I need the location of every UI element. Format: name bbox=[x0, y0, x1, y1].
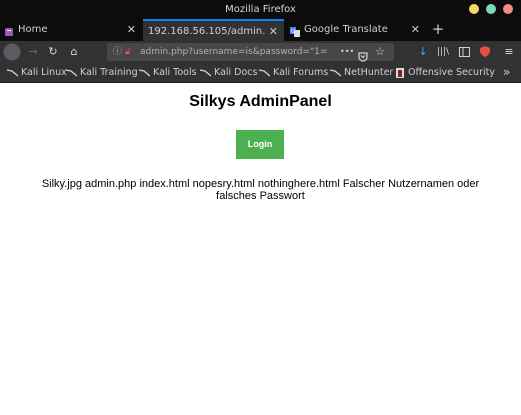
back-button[interactable] bbox=[3, 43, 21, 61]
page-title: Silkys AdminPanel bbox=[189, 93, 332, 110]
window-titlebar: Mozilla Firefox bbox=[0, 0, 521, 19]
download-icon[interactable]: ↓ bbox=[416, 43, 430, 61]
page-icon bbox=[4, 24, 14, 36]
tab-google-translate[interactable]: G Google Translate ✕ bbox=[286, 19, 426, 41]
kali-dragon-icon bbox=[200, 69, 211, 77]
bookmark-kali-training[interactable]: Kali Training bbox=[66, 63, 138, 82]
library-icon[interactable]: |||\ bbox=[436, 43, 450, 61]
file-listing-text: Silky.jpg admin.php index.html nopesry.h… bbox=[41, 178, 480, 202]
minimize-button[interactable] bbox=[469, 4, 479, 14]
forward-button[interactable]: → bbox=[25, 43, 41, 61]
menu-button[interactable]: ≡ bbox=[502, 43, 516, 61]
tab-label: Home bbox=[18, 24, 48, 35]
maximize-button[interactable] bbox=[486, 4, 496, 14]
window-title: Mozilla Firefox bbox=[225, 4, 296, 15]
tab-admin[interactable]: 192.168.56.105/admin.php?u ✕ bbox=[143, 19, 284, 41]
nav-toolbar: → ↻ ⌂ ⓘ 🔓︎ admin.php?username=is&passwor… bbox=[0, 41, 521, 63]
tab-label: Google Translate bbox=[304, 24, 388, 35]
home-button[interactable]: ⌂ bbox=[66, 43, 82, 61]
bookmark-kali-tools[interactable]: Kali Tools bbox=[139, 63, 197, 82]
tab-home[interactable]: Home ✕ bbox=[0, 19, 142, 41]
bookmarks-overflow-icon[interactable]: » bbox=[503, 63, 510, 82]
tab-strip: Home ✕ 192.168.56.105/admin.php?u ✕ G Go… bbox=[0, 19, 521, 41]
close-tab-icon[interactable]: ✕ bbox=[127, 19, 136, 41]
kali-dragon-icon bbox=[330, 69, 341, 77]
bookmarks-toolbar: Kali Linux Kali Training Kali Tools Kali… bbox=[0, 63, 521, 83]
close-tab-icon[interactable]: ✕ bbox=[269, 21, 278, 43]
translate-icon: G bbox=[290, 24, 300, 37]
offsec-icon bbox=[396, 67, 404, 78]
reload-button[interactable]: ↻ bbox=[45, 43, 61, 61]
page-actions-icon[interactable]: ••• bbox=[340, 43, 354, 61]
kali-dragon-icon bbox=[139, 69, 150, 77]
close-tab-icon[interactable]: ✕ bbox=[411, 19, 420, 41]
url-bar[interactable]: ⓘ 🔓︎ admin.php?username=is&password="1= … bbox=[107, 43, 394, 62]
kali-dragon-icon bbox=[7, 69, 18, 77]
info-icon[interactable]: ⓘ bbox=[113, 43, 122, 61]
bookmark-nethunter[interactable]: NetHunter bbox=[330, 63, 393, 82]
bookmark-kali-forums[interactable]: Kali Forums bbox=[259, 63, 328, 82]
page-content: Silkys AdminPanel Login Silky.jpg admin.… bbox=[0, 83, 521, 415]
tab-label: 192.168.56.105/admin.php?u bbox=[148, 26, 266, 37]
bookmark-offensive-security[interactable]: Offensive Security bbox=[395, 63, 495, 82]
extension-shield-icon[interactable] bbox=[478, 43, 492, 61]
window-controls bbox=[469, 4, 513, 14]
new-tab-button[interactable]: + bbox=[430, 19, 446, 41]
bookmark-kali-docs[interactable]: Kali Docs bbox=[200, 63, 257, 82]
url-text[interactable]: admin.php?username=is&password="1= bbox=[140, 43, 335, 61]
insecure-lock-icon[interactable]: 🔓︎ bbox=[125, 43, 131, 61]
svg-text:G: G bbox=[291, 29, 295, 35]
login-button[interactable]: Login bbox=[236, 130, 284, 159]
bookmark-kali-linux[interactable]: Kali Linux bbox=[7, 63, 67, 82]
bookmark-star-icon[interactable]: ☆ bbox=[375, 43, 385, 61]
kali-dragon-icon bbox=[66, 69, 77, 77]
kali-dragon-icon bbox=[259, 69, 270, 77]
close-window-button[interactable] bbox=[503, 4, 513, 14]
sidebar-icon[interactable] bbox=[457, 43, 471, 61]
